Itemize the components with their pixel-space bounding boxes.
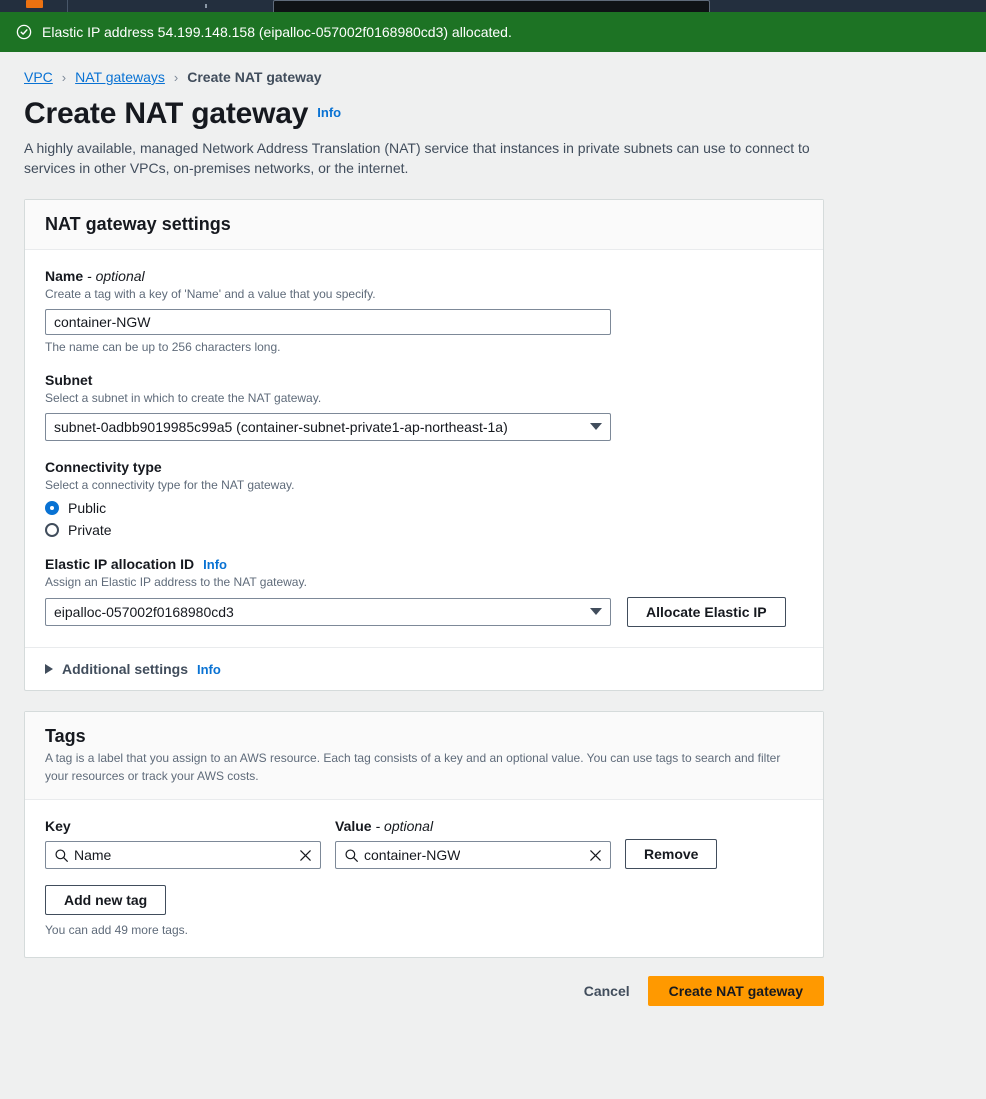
breadcrumb-separator: › (61, 69, 67, 85)
eip-allocation-group: Elastic IP allocation ID Info Assign an E… (45, 556, 803, 628)
console-top-nav (0, 0, 986, 12)
eip-allocation-label-text: Elastic IP allocation ID (45, 556, 195, 573)
search-icon (345, 849, 358, 863)
add-new-tag-button[interactable]: Add new tag (45, 885, 167, 916)
add-tag-wrapper: Add new tag You can add 49 more tags. (45, 885, 803, 937)
tag-key-input[interactable]: Name (45, 841, 321, 870)
breadcrumb: VPC › NAT gateways › Create NAT gateway (0, 52, 986, 85)
allocate-elastic-ip-button[interactable]: Allocate Elastic IP (627, 597, 786, 628)
create-nat-gateway-button[interactable]: Create NAT gateway (647, 976, 824, 1007)
name-label: Name - optional (45, 268, 803, 284)
subnet-select[interactable]: subnet-0adbb9019985c99a5 (container-subn… (45, 412, 611, 441)
eip-selected-value: eipalloc-057002f0168980cd3 (54, 604, 234, 621)
tags-description: A tag is a label that you assign to an A… (45, 751, 781, 783)
close-icon[interactable] (588, 848, 603, 863)
tags-card-body: Key Name Value - optional container-NGW … (25, 800, 823, 957)
eip-allocation-row: eipalloc-057002f0168980cd3 Allocate Elas… (45, 597, 803, 628)
eip-allocation-label: Elastic IP allocation ID Info (45, 556, 803, 572)
tag-value-header-text: Value (335, 818, 372, 835)
eip-select-wrapper: eipalloc-057002f0168980cd3 (45, 598, 611, 627)
success-flash-banner: Elastic IP address 54.199.148.158 (eipal… (0, 12, 986, 52)
eip-allocation-select[interactable]: eipalloc-057002f0168980cd3 (45, 598, 611, 627)
page-info-link[interactable]: Info (317, 105, 341, 120)
chevron-right-icon (45, 664, 53, 675)
name-optional-suffix: - optional (87, 267, 145, 284)
breadcrumb-item-vpc[interactable]: VPC (24, 69, 53, 85)
radio-private-icon[interactable] (45, 523, 59, 538)
subnet-field-group: Subnet Select a subnet in which to creat… (45, 372, 803, 441)
nat-gateway-settings-body: Name - optional Create a tag with a key … (25, 250, 823, 648)
connectivity-type-group: Connectivity type Select a connectivity … (45, 459, 803, 538)
table-row: Key Name Value - optional container-NGW … (45, 818, 803, 870)
subnet-selected-value: subnet-0adbb9019985c99a5 (container-subn… (54, 418, 508, 435)
nat-gateway-settings-card: NAT gateway settings Name - optional Cre… (24, 198, 824, 692)
name-input[interactable] (45, 308, 611, 335)
radio-option-private[interactable]: Private (45, 522, 803, 538)
tags-card: Tags A tag is a label that you assign to… (24, 711, 824, 959)
connectivity-type-label: Connectivity type (45, 458, 162, 475)
name-field-group: Name - optional Create a tag with a key … (45, 268, 803, 354)
page-content: VPC › NAT gateways › Create NAT gateway … (0, 52, 986, 1099)
tags-title: Tags (45, 726, 86, 747)
nat-gateway-settings-title: NAT gateway settings (45, 213, 231, 234)
tag-key-value: Name (74, 847, 112, 864)
aws-logo-icon[interactable] (26, 0, 43, 8)
subnet-select-wrapper: subnet-0adbb9019985c99a5 (container-subn… (45, 412, 611, 441)
close-icon[interactable] (298, 848, 313, 863)
tag-value-value: container-NGW (364, 847, 461, 864)
additional-settings-expander[interactable]: Additional settings Info (25, 647, 823, 690)
form-actions: Cancel Create NAT gateway (24, 976, 824, 1007)
additional-settings-info-link[interactable]: Info (197, 662, 221, 677)
tag-value-input[interactable]: container-NGW (335, 841, 611, 870)
breadcrumb-item-create-nat-gateway: Create NAT gateway (187, 69, 322, 85)
subnet-label: Subnet (45, 371, 93, 388)
nav-divider (67, 0, 68, 12)
search-icon (55, 849, 68, 863)
tags-card-header: Tags A tag is a label that you assign to… (25, 712, 823, 801)
additional-settings-label: Additional settings (62, 661, 188, 678)
page-description: A highly available, managed Network Addr… (24, 140, 810, 177)
console-search-input[interactable] (273, 0, 710, 12)
tags-remaining-hint: You can add 49 more tags. (45, 923, 188, 938)
tag-value-column: Value - optional container-NGW (335, 818, 611, 870)
radio-public-icon[interactable] (45, 501, 59, 516)
tag-key-column: Key Name (45, 818, 321, 870)
nat-gateway-settings-header: NAT gateway settings (25, 199, 823, 250)
flash-message: Elastic IP address 54.199.148.158 (eipal… (42, 23, 512, 40)
remove-tag-button[interactable]: Remove (625, 839, 718, 870)
page-header: Create NAT gateway Info A highly availabl… (0, 85, 986, 179)
radio-public-label: Public (68, 500, 107, 517)
name-hint: The name can be up to 256 characters lon… (45, 339, 281, 354)
name-description: Create a tag with a key of 'Name' and a … (45, 286, 376, 301)
radio-private-label: Private (68, 522, 112, 539)
connectivity-type-description: Select a connectivity type for the NAT g… (45, 477, 295, 492)
cancel-button[interactable]: Cancel (572, 983, 642, 999)
nav-menu-marker (205, 4, 207, 8)
eip-allocation-description: Assign an Elastic IP address to the NAT … (45, 575, 307, 590)
breadcrumb-item-nat-gateways[interactable]: NAT gateways (75, 69, 165, 85)
tag-value-header: Value - optional (335, 818, 611, 834)
tag-value-optional-suffix: - optional (375, 818, 434, 835)
breadcrumb-separator: › (173, 69, 179, 85)
radio-option-public[interactable]: Public (45, 500, 803, 516)
subnet-description: Select a subnet in which to create the N… (45, 390, 322, 405)
success-check-circle-icon (16, 24, 32, 40)
name-label-text: Name (45, 267, 84, 284)
page-title: Create NAT gateway (24, 97, 309, 130)
eip-info-link[interactable]: Info (203, 557, 227, 572)
tag-key-header: Key (45, 818, 71, 835)
